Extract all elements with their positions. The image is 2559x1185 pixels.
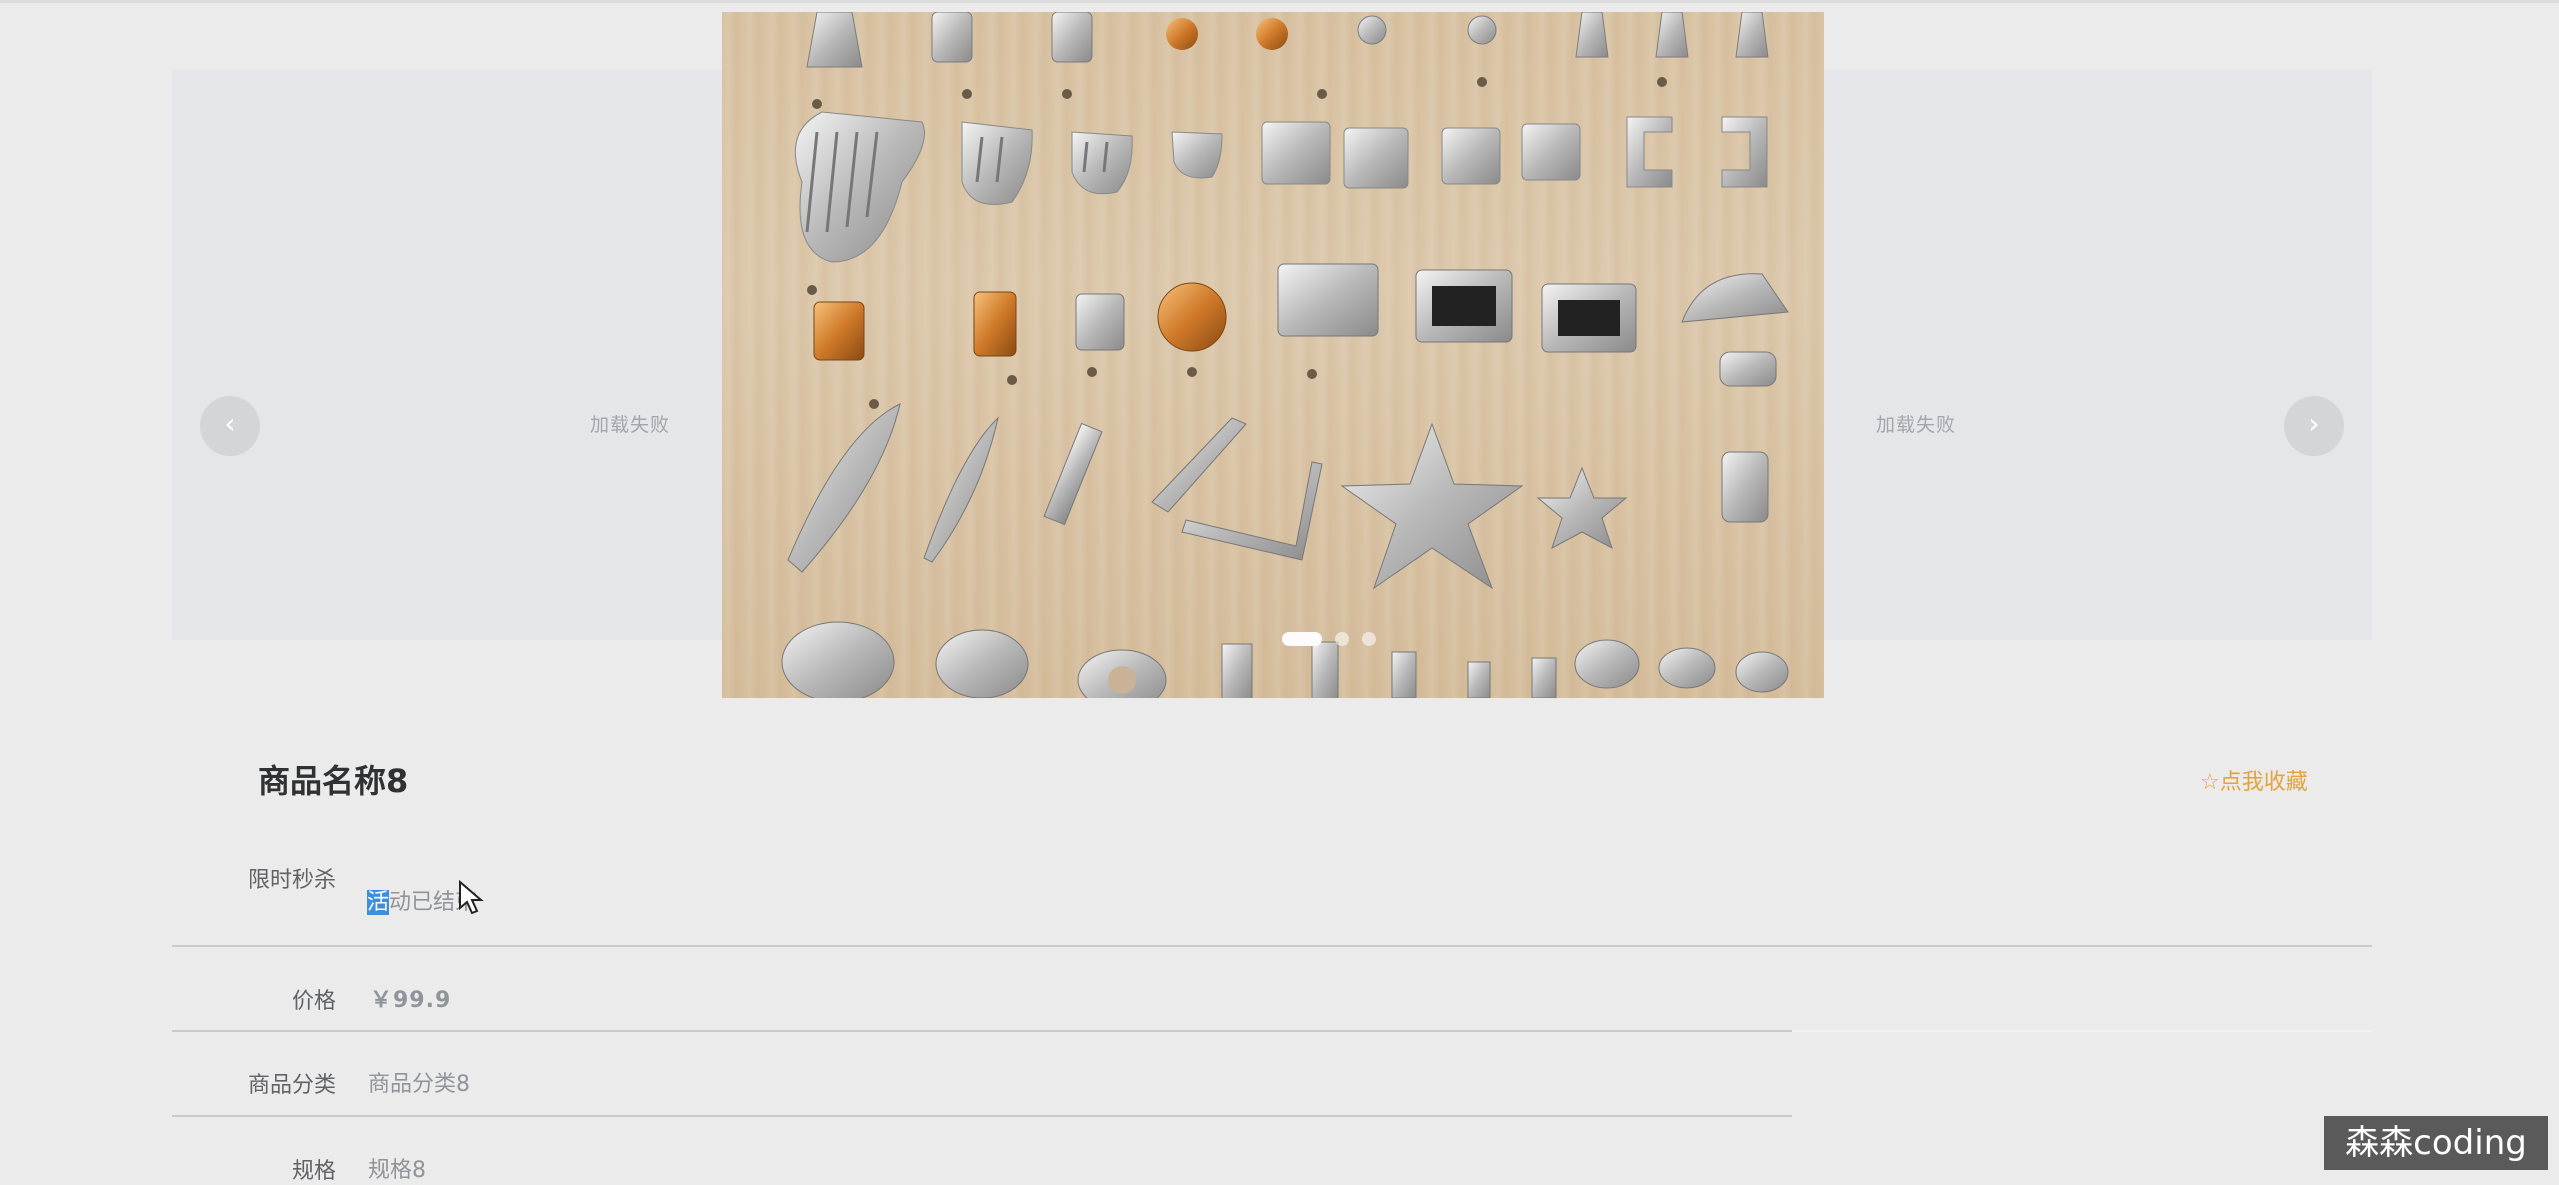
carousel-dot[interactable] (1362, 631, 1377, 646)
load-failed-text-right: 加载失败 (1876, 414, 1957, 436)
load-failed-text-left: 加载失败 (590, 414, 671, 436)
favorite-link[interactable]: ☆点我收藏 (2200, 764, 2308, 796)
category-label: 商品分类 (247, 1073, 336, 1098)
row-divider-faint (1792, 1030, 2372, 1032)
product-photo-hardware-parts[interactable] (722, 12, 1824, 698)
carousel-prev-arrow[interactable]: ‹ (200, 396, 260, 456)
row-divider (172, 945, 2372, 947)
row-divider (172, 1115, 1792, 1117)
mouse-cursor-icon (459, 880, 484, 915)
watermark-label: 森森coding (2324, 1116, 2548, 1170)
spec-label: 规格 (291, 1159, 336, 1184)
flash-sale-label: 限时秒杀 (247, 868, 336, 893)
carousel-next-arrow[interactable]: › (2284, 396, 2344, 456)
category-value: 商品分类8 (368, 1072, 470, 1097)
top-border (0, 0, 2559, 3)
selected-text: 活 (367, 890, 390, 915)
row-divider (172, 1030, 1792, 1032)
spec-value: 规格8 (368, 1158, 426, 1183)
carousel-indicators (1282, 628, 1384, 646)
carousel-dot[interactable] (1335, 631, 1350, 646)
product-name: 商品名称8 (258, 762, 409, 800)
carousel-dot-active[interactable] (1282, 631, 1322, 646)
hardware-parts-illustration (781, 12, 1789, 698)
price-label: 价格 (291, 989, 336, 1014)
price-value: ￥99.9 (370, 988, 452, 1013)
